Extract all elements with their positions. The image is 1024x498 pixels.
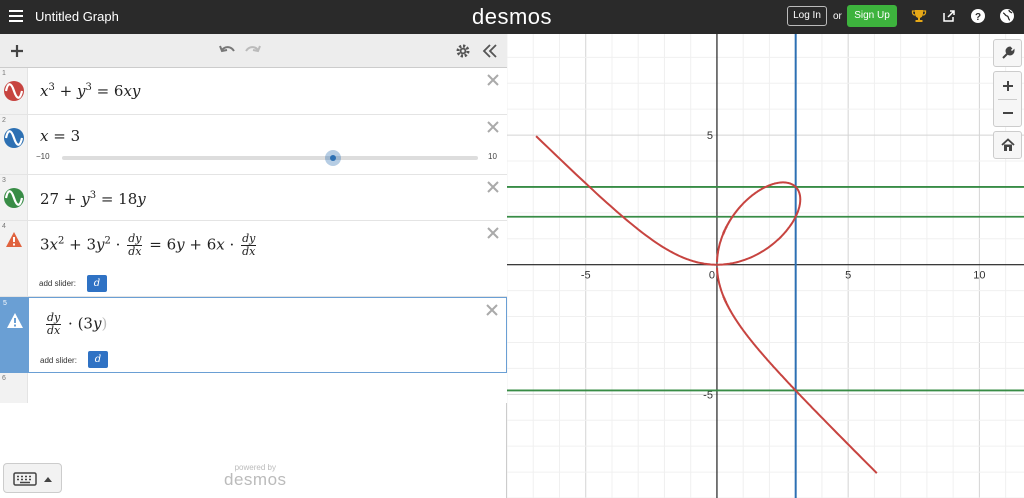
add-slider-label: add slider: xyxy=(40,356,77,365)
expression-tab[interactable]: 2 xyxy=(0,115,28,174)
slider-handle[interactable] xyxy=(325,150,341,166)
add-slider-button[interactable]: d xyxy=(88,351,108,368)
login-button[interactable]: Log In xyxy=(787,6,827,26)
expression-panel: 1 x3 + y3 = 6xy 2 x = 3 −10 10 3 27 + y3… xyxy=(0,34,507,498)
slider-min: −10 xyxy=(36,152,50,161)
expression-row-1[interactable]: 1 x3 + y3 = 6xy xyxy=(0,68,507,115)
graph-canvas[interactable]: -5 0 5 10 5 -5 xyxy=(506,34,1024,498)
graph-title[interactable]: Untitled Graph xyxy=(35,9,119,24)
gear-icon[interactable] xyxy=(454,42,472,60)
caret-up-icon xyxy=(44,477,52,482)
expression-number: 1 xyxy=(2,70,6,77)
y-tick-label: 5 xyxy=(707,130,713,142)
warning-icon[interactable] xyxy=(6,312,24,330)
close-icon[interactable] xyxy=(487,74,499,86)
expression-row-6[interactable]: 6 xyxy=(0,373,507,403)
close-icon[interactable] xyxy=(487,181,499,193)
undo-icon[interactable] xyxy=(218,42,236,60)
slider-max: 10 xyxy=(488,152,497,161)
expression-math[interactable]: 27 + y3 = 18y xyxy=(40,190,146,208)
menu-icon[interactable] xyxy=(9,10,23,22)
close-icon[interactable] xyxy=(487,227,499,239)
collapse-panel-icon[interactable] xyxy=(481,42,499,60)
footer-brand: desmos xyxy=(224,470,287,489)
close-icon[interactable] xyxy=(487,121,499,133)
home-button[interactable] xyxy=(993,131,1022,159)
expression-tab[interactable]: 3 xyxy=(0,175,28,220)
folium-curve xyxy=(535,135,802,266)
home-icon xyxy=(1001,138,1015,151)
warning-icon[interactable] xyxy=(5,231,23,249)
add-slider-button[interactable]: d xyxy=(87,275,107,292)
wrench-icon xyxy=(1002,46,1015,59)
x-tick-label: 5 xyxy=(845,270,851,282)
green-graph-icon[interactable] xyxy=(3,187,25,209)
or-label: or xyxy=(833,11,842,22)
expression-tab[interactable]: 1 xyxy=(0,68,28,114)
x-tick-label: 10 xyxy=(973,270,985,282)
x-tick-label: -5 xyxy=(581,270,591,282)
expression-tab[interactable]: 5 xyxy=(1,298,29,372)
panel-toolbar xyxy=(0,34,507,68)
expression-math[interactable]: 3x2 + 3y2 · dy dx = 6y + 6x · dy dx xyxy=(40,233,258,258)
redo-icon[interactable] xyxy=(244,42,262,60)
zoom-controls xyxy=(993,71,1022,127)
folium-curve-branch xyxy=(716,267,878,474)
expression-row-2[interactable]: 2 x = 3 −10 10 xyxy=(0,115,507,175)
expression-math[interactable]: x = 3 xyxy=(40,127,80,145)
help-icon[interactable]: ? xyxy=(970,8,986,24)
expression-row-5[interactable]: 5 dy dx · (3y) add slider: d xyxy=(0,297,507,373)
expression-number: 2 xyxy=(2,117,6,124)
expression-number: 3 xyxy=(2,177,6,184)
add-expression-icon[interactable] xyxy=(8,42,26,60)
expression-row-4[interactable]: 4 3x2 + 3y2 · dy dx = 6y + 6x · dy dx add … xyxy=(0,221,507,297)
top-bar: Untitled Graph desmos Log In or Sign Up … xyxy=(0,0,1024,34)
brand-logo: desmos xyxy=(472,4,553,29)
close-icon[interactable] xyxy=(486,304,498,316)
blue-graph-icon[interactable] xyxy=(3,127,25,149)
keyboard-toggle-button[interactable] xyxy=(3,463,62,493)
svg-text:?: ? xyxy=(975,12,981,23)
expression-tab[interactable]: 6 xyxy=(0,373,28,403)
expression-row-3[interactable]: 3 27 + y3 = 18y xyxy=(0,175,507,221)
red-graph-icon[interactable] xyxy=(3,80,25,102)
expression-number: 4 xyxy=(2,223,6,230)
zoom-in-icon[interactable] xyxy=(1001,79,1015,93)
zoom-out-icon[interactable] xyxy=(1001,106,1015,120)
graph-plot[interactable]: -5 0 5 105-5 xyxy=(506,34,1024,498)
slider-track[interactable] xyxy=(62,156,478,160)
globe-icon[interactable] xyxy=(999,8,1015,24)
share-icon[interactable] xyxy=(941,8,957,24)
add-slider-label: add slider: xyxy=(39,279,76,288)
expression-math[interactable]: x3 + y3 = 6xy xyxy=(40,82,140,100)
signup-button[interactable]: Sign Up xyxy=(847,5,897,27)
powered-by-desmos[interactable]: powered by desmos xyxy=(224,463,287,490)
expression-math[interactable]: dy dx · (3y) xyxy=(44,312,107,337)
expression-tab[interactable]: 4 xyxy=(0,221,28,296)
trophy-icon[interactable] xyxy=(911,8,927,24)
expression-number: 5 xyxy=(3,300,7,307)
x-tick-label: 0 xyxy=(709,270,715,282)
expression-number: 6 xyxy=(2,375,6,382)
keyboard-icon xyxy=(13,472,37,486)
graph-settings-button[interactable] xyxy=(993,39,1022,67)
